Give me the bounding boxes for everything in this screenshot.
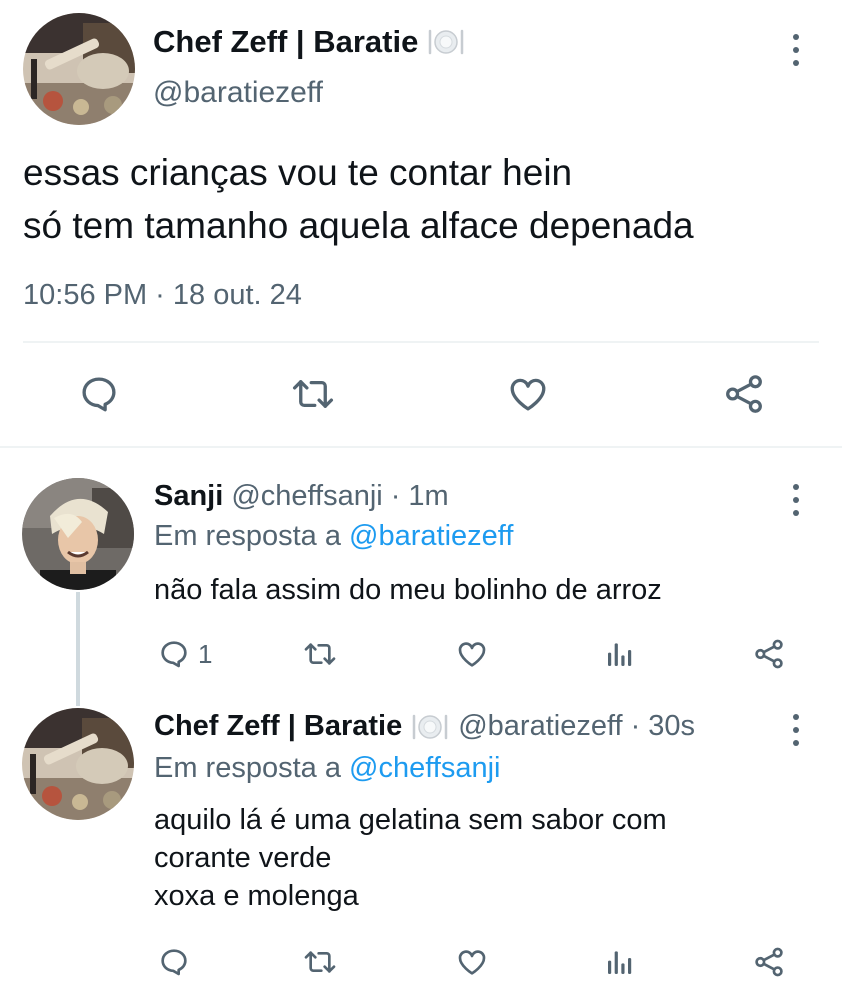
in-reply-to-mention[interactable]: @baratiezeff: [349, 520, 513, 552]
reply-header: Sanji @cheffsanji · 1m: [154, 480, 449, 513]
retweet-icon: [292, 380, 334, 408]
more-options-icon[interactable]: [784, 480, 808, 520]
reply-author-handle[interactable]: @cheffsanji: [231, 480, 382, 513]
reply-text-line: corante verde: [154, 842, 332, 874]
thread-connector-line: [76, 592, 80, 706]
reply-tweet[interactable]: Sanji @cheffsanji · 1m Em resposta a @ba…: [0, 470, 842, 710]
in-reply-to-prefix: Em resposta a: [154, 520, 341, 552]
reply-avatar[interactable]: [22, 708, 134, 820]
reply-text: não fala assim do meu bolinho de arroz: [154, 571, 662, 609]
like-button[interactable]: [506, 373, 550, 415]
like-icon: [458, 642, 486, 667]
reply-author-handle[interactable]: @baratiezeff: [458, 710, 622, 743]
tweet-timestamp[interactable]: 10:56 PM · 18 out. 24: [23, 279, 302, 312]
like-icon: [458, 950, 486, 975]
analytics-icon: [608, 951, 632, 974]
analytics-button[interactable]: [604, 638, 636, 670]
retweet-icon: [304, 643, 336, 665]
more-options-icon[interactable]: [784, 30, 808, 70]
like-button[interactable]: [455, 946, 489, 978]
analytics-icon: [608, 643, 632, 666]
reply-icon: [161, 949, 187, 976]
reply-button[interactable]: [78, 373, 120, 415]
analytics-button[interactable]: [604, 946, 636, 978]
author-name-text[interactable]: Chef Zeff | Baratie: [153, 24, 418, 60]
reply-time[interactable]: 1m: [408, 480, 448, 513]
divider: [23, 341, 819, 343]
reply-text-line: aquilo lá é uma gelatina sem sabor com: [154, 804, 667, 836]
main-tweet: Chef Zeff | Baratie @baratiezeff essas c…: [0, 0, 842, 447]
retweet-button[interactable]: [290, 373, 336, 415]
reply-text-line: não fala assim do meu bolinho de arroz: [154, 574, 662, 606]
tweet-text-line: essas crianças vou te contar hein: [23, 152, 573, 193]
like-icon: [510, 378, 546, 411]
share-button[interactable]: [752, 946, 786, 978]
reply-time[interactable]: 30s: [648, 710, 695, 743]
reply-text-line: xoxa e molenga: [154, 880, 359, 912]
separator-dot: ·: [630, 710, 641, 742]
reply-icon: [82, 377, 116, 412]
tweet-text: essas crianças vou te contar hein só tem…: [23, 146, 694, 252]
separator-dot: ·: [390, 480, 401, 512]
retweet-icon: [304, 951, 336, 973]
reply-avatar[interactable]: [22, 478, 134, 590]
share-button[interactable]: [722, 373, 766, 415]
in-reply-to: Em resposta a @cheffsanji: [154, 752, 500, 785]
like-button[interactable]: [455, 638, 489, 670]
plate-emoji-icon: [426, 27, 466, 57]
reply-text: aquilo lá é uma gelatina sem sabor com c…: [154, 801, 667, 915]
in-reply-to-mention[interactable]: @cheffsanji: [349, 752, 500, 784]
reply-author-name[interactable]: Chef Zeff | Baratie: [154, 710, 402, 743]
author-name[interactable]: Chef Zeff | Baratie: [153, 24, 466, 60]
more-options-icon[interactable]: [784, 710, 808, 750]
reply-tweet[interactable]: Chef Zeff | Baratie @baratiezeff · 30s E…: [0, 702, 842, 1000]
reply-button[interactable]: 1: [158, 638, 212, 670]
share-icon: [755, 947, 783, 977]
in-reply-to-prefix: Em resposta a: [154, 752, 341, 784]
reply-author-name[interactable]: Sanji: [154, 480, 223, 513]
retweet-button[interactable]: [302, 946, 338, 978]
reply-icon: [161, 641, 187, 668]
retweet-button[interactable]: [302, 638, 338, 670]
reply-button[interactable]: [158, 946, 190, 978]
reply-header: Chef Zeff | Baratie @baratiezeff · 30s: [154, 710, 695, 743]
author-handle[interactable]: @baratiezeff: [153, 76, 323, 110]
share-icon: [726, 375, 762, 413]
in-reply-to: Em resposta a @baratiezeff: [154, 520, 513, 553]
reply-count: 1: [198, 638, 213, 669]
author-avatar[interactable]: [23, 13, 135, 125]
share-icon: [755, 639, 783, 669]
tweet-text-line: só tem tamanho aquela alface depenada: [23, 205, 694, 246]
share-button[interactable]: [752, 638, 786, 670]
divider: [0, 446, 842, 448]
plate-emoji-icon: [410, 712, 450, 742]
